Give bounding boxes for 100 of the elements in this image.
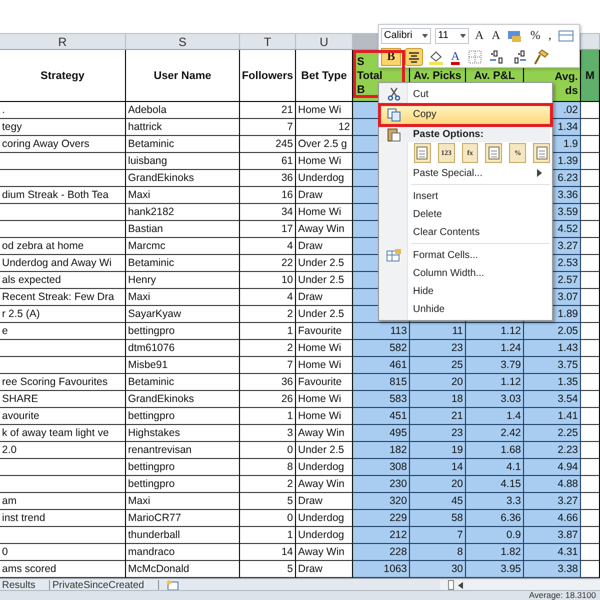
total-cell: 582 — [353, 340, 410, 357]
followers-cell: 0 — [240, 510, 296, 527]
user-name-cell: bettingpro — [126, 476, 240, 493]
format-painter-icon[interactable] — [532, 48, 550, 66]
picks-cell: 18 — [410, 391, 466, 408]
user-name-cell: thunderball — [126, 527, 240, 544]
font-name-dropdown[interactable]: Calibri — [381, 28, 431, 44]
followers-cell: 1 — [240, 323, 296, 340]
followers-cell: 8 — [240, 459, 296, 476]
copy-icon — [386, 108, 402, 122]
odds-cell: 4.94 — [524, 459, 581, 476]
menu-item[interactable]: Copy — [378, 103, 553, 127]
total-cell: 495 — [353, 425, 410, 442]
strategy-cell: od zebra at home — [0, 238, 126, 255]
pl-cell: 3.3 — [466, 493, 524, 510]
followers-cell: 2 — [240, 476, 296, 493]
user-name-cell: Betaminic — [126, 374, 240, 391]
odds-cell: 1.41 — [524, 408, 581, 425]
total-cell: 583 — [353, 391, 410, 408]
total-cell: 320 — [353, 493, 410, 510]
strategy-cell: k of away team light ve — [0, 425, 126, 442]
pl-cell: 1.12 — [466, 323, 524, 340]
scroll-left-icon[interactable] — [458, 582, 464, 588]
strategy-cell: r 2.5 (A) — [0, 306, 126, 323]
font-color-button[interactable]: A — [449, 48, 462, 66]
followers-cell: 36 — [240, 170, 296, 187]
user-name-cell: Maxi — [126, 289, 240, 306]
column-header[interactable]: T — [240, 34, 296, 49]
picks-cell: 23 — [410, 425, 466, 442]
pl-cell: 1.82 — [466, 544, 524, 561]
paste-option-button[interactable] — [414, 143, 431, 163]
paste-option-button[interactable] — [485, 143, 502, 163]
picks-cell: 30 — [410, 561, 466, 578]
strategy-cell: . — [0, 102, 126, 119]
center-align-icon[interactable] — [405, 48, 423, 66]
pl-cell: 4.1 — [466, 459, 524, 476]
followers-cell: 10 — [240, 272, 296, 289]
user-name-cell: luisbang — [126, 153, 240, 170]
user-name-cell: hank2182 — [126, 204, 240, 221]
odds-cell: 2.23 — [524, 442, 581, 459]
followers-cell: 4 — [240, 238, 296, 255]
scroll-thumb[interactable] — [448, 580, 454, 590]
caret-icon — [422, 34, 428, 38]
strategy-cell: 0 — [0, 544, 126, 561]
followers-cell: 1 — [240, 408, 296, 425]
odds-cell: 4.88 — [524, 476, 581, 493]
total-cell: 212 — [353, 527, 410, 544]
user-name-cell: bettingpro — [126, 408, 240, 425]
font-size-dropdown[interactable]: 11 — [435, 28, 469, 44]
pl-cell: 4.15 — [466, 476, 524, 493]
followers-cell: 36 — [240, 374, 296, 391]
pl-cell: 1.24 — [466, 340, 524, 357]
pl-cell: 6.36 — [466, 510, 524, 527]
strategy-cell: dium Streak - Both Tea — [0, 187, 126, 204]
user-name-cell: Henry — [126, 272, 240, 289]
followers-cell: 7 — [240, 119, 296, 136]
horizontal-scrollbar[interactable] — [440, 580, 600, 590]
followers-cell: 61 — [240, 153, 296, 170]
strategy-cell: tegy — [0, 119, 126, 136]
pl-cell: 2.42 — [466, 425, 524, 442]
followers-cell: 4 — [240, 289, 296, 306]
paste-option-button[interactable] — [533, 143, 550, 163]
user-name-cell: Betaminic — [126, 136, 240, 153]
pl-cell: 1.68 — [466, 442, 524, 459]
user-name-cell: Highstakes — [126, 425, 240, 442]
followers-cell: 17 — [240, 221, 296, 238]
followers-cell: 245 — [240, 136, 296, 153]
pl-cell: 3.95 — [466, 561, 524, 578]
user-name-cell: Maxi — [126, 493, 240, 510]
toolbar-button[interactable]: A — [473, 26, 486, 44]
column-header[interactable]: R — [0, 34, 126, 49]
user-name-cell: bettingpro — [126, 323, 240, 340]
odds-cell: 1.43 — [524, 340, 581, 357]
strategy-cell: am — [0, 493, 126, 510]
column-header[interactable]: S — [126, 34, 240, 49]
total-cell: 182 — [353, 442, 410, 459]
followers-cell: 26 — [240, 391, 296, 408]
user-name-cell: Betaminic — [126, 255, 240, 272]
picks-cell: 20 — [410, 374, 466, 391]
followers-cell: 21 — [240, 102, 296, 119]
user-name-cell: Misbe91 — [126, 357, 240, 374]
toolbar-button[interactable]: % — [528, 26, 542, 44]
followers-cell: 5 — [240, 493, 296, 510]
header-cell: Strategy — [0, 50, 126, 102]
scissors-icon — [387, 87, 401, 101]
odds-cell: 4.66 — [524, 510, 581, 527]
total-cell: 461 — [353, 357, 410, 374]
followers-cell: 2 — [240, 340, 296, 357]
toolbar-button[interactable]: A — [490, 26, 502, 44]
toolbar-button[interactable]: , — [546, 26, 554, 44]
strategy-cell: als expected — [0, 272, 126, 289]
strategy-cell: Underdog and Away Wi — [0, 255, 126, 272]
user-name-cell: Bastian — [126, 221, 240, 238]
strategy-cell: e — [0, 323, 126, 340]
followers-cell: 22 — [240, 255, 296, 272]
total-cell: 815 — [353, 374, 410, 391]
caret-icon — [460, 34, 466, 38]
user-name-cell: dtm61076 — [126, 340, 240, 357]
total-cell: 308 — [353, 459, 410, 476]
header-cell: User Name — [126, 50, 240, 102]
